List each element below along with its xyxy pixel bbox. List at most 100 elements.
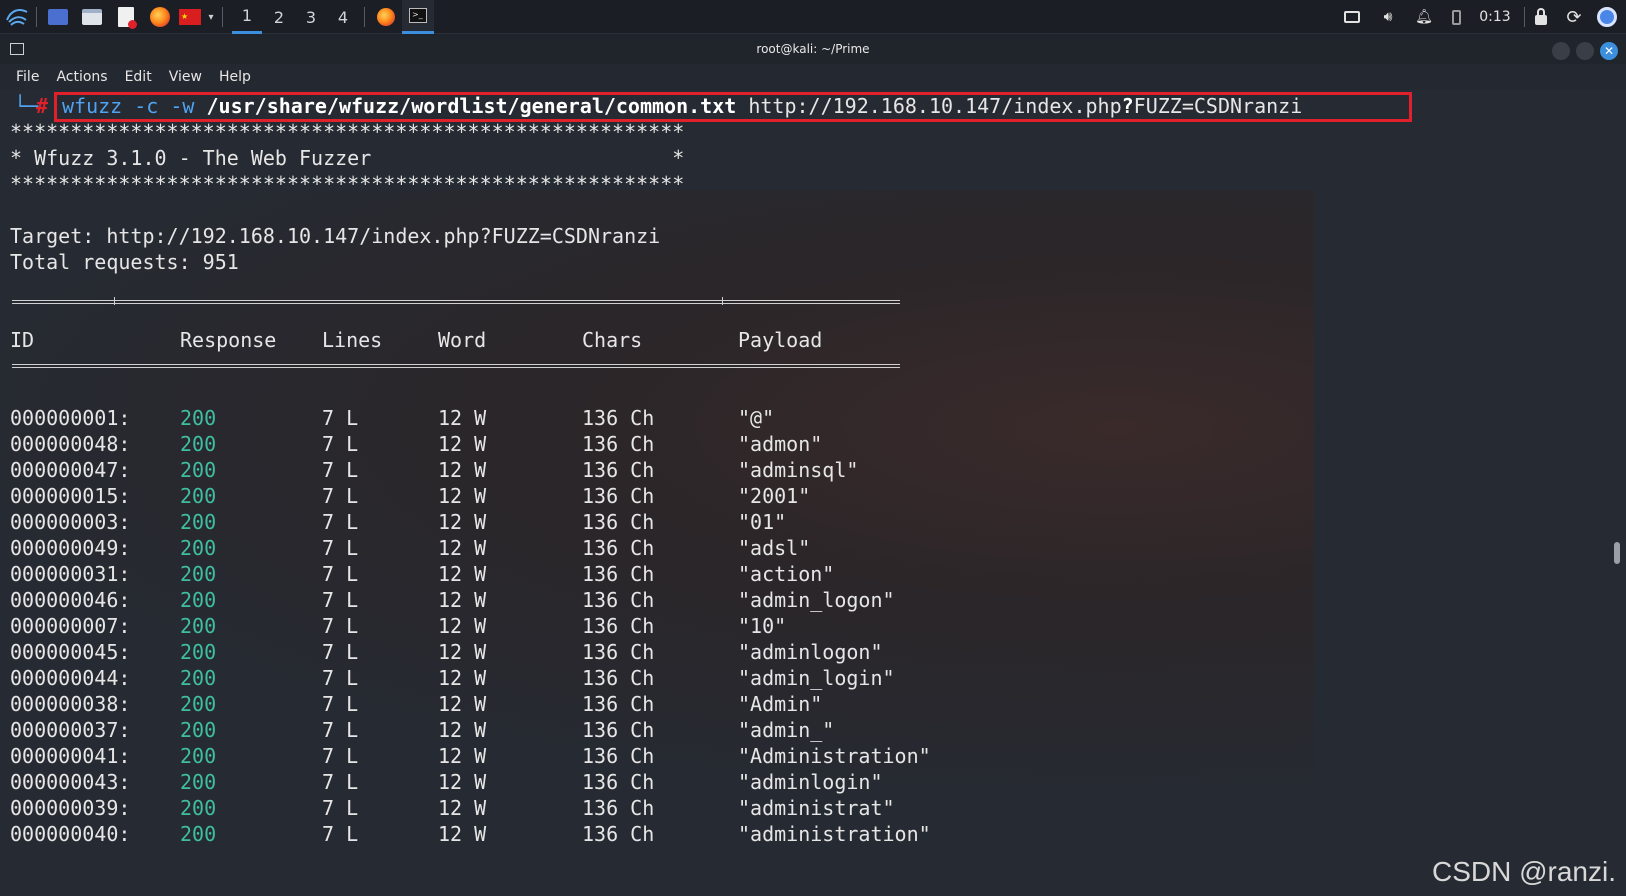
scrollbar-thumb[interactable] [1614,542,1620,564]
cell-payload: "administrat" [738,796,895,820]
cell-response: 200 [180,432,217,456]
maximize-button[interactable] [1576,42,1594,60]
show-desktop-icon[interactable] [46,5,70,29]
cell-id: 000000043: [10,770,131,794]
workspace-2[interactable]: 2 [264,0,294,34]
menu-bar: File Actions Edit View Help [0,64,1626,90]
cell-chars: 136 Ch [582,458,655,482]
cell-word: 12 W [438,510,487,534]
cell-lines: 7 L [322,666,359,690]
menu-help[interactable]: Help [219,69,251,85]
cell-payload: "adminsql" [738,458,859,482]
cell-lines: 7 L [322,718,359,742]
cell-chars: 136 Ch [582,640,655,664]
header-response: Response [180,328,277,352]
cell-lines: 7 L [322,614,359,638]
cell-word: 12 W [438,406,487,430]
volume-icon[interactable]: 🔊︎ [1376,5,1400,29]
close-button[interactable]: ✕ [1600,42,1618,60]
workspace-4[interactable]: 4 [328,0,358,34]
cell-payload: "admin_" [738,718,835,742]
menu-edit[interactable]: Edit [125,69,152,85]
cell-word: 12 W [438,588,487,612]
cell-word: 12 W [438,744,487,768]
cell-word: 12 W [438,822,487,846]
cell-id: 000000038: [10,692,131,716]
cell-id: 000000003: [10,510,131,534]
cell-payload: "administration" [738,822,931,846]
watermark: CSDN @ranzi. [1431,856,1616,887]
terminal-task-icon[interactable]: >_ [402,0,434,34]
cell-id: 000000031: [10,562,131,586]
header-lines: Lines [322,328,383,352]
flag-icon[interactable]: ★ [178,5,202,29]
cell-word: 12 W [438,614,487,638]
cell-payload: "@" [738,406,775,430]
firefox-icon[interactable] [148,5,172,29]
banner-title: * Wfuzz 3.1.0 - The Web Fuzzer * [10,146,685,170]
workspace-3[interactable]: 3 [296,0,326,34]
cell-response: 200 [180,536,217,560]
rule-tick [722,297,723,305]
cell-response: 200 [180,510,217,534]
cell-response: 200 [180,614,217,638]
firefox-task-icon[interactable] [374,5,398,29]
cell-payload: "adminlogin" [738,770,883,794]
prompt-symbol: # [36,94,49,118]
logout-icon[interactable]: ⟳ [1562,5,1586,29]
target-line: Target: http://192.168.10.147/index.php?… [10,224,661,248]
text-editor-icon[interactable] [114,5,138,29]
terminal-window: root@kali: ~/Prime ✕ File Actions Edit V… [0,36,1626,896]
cell-lines: 7 L [322,406,359,430]
cell-lines: 7 L [322,432,359,456]
battery-icon[interactable] [1446,5,1466,29]
workspace-1[interactable]: 1 [232,0,262,34]
menu-file[interactable]: File [16,69,39,85]
cell-chars: 136 Ch [582,510,655,534]
lock-icon[interactable] [1530,5,1552,29]
cell-chars: 136 Ch [582,796,655,820]
command-wordlist: /usr/share/wfuzz/wordlist/general/common… [206,94,737,118]
bell-icon[interactable]: 🔔︎ [1412,5,1436,29]
cell-payload: "admin_logon" [738,588,895,612]
kali-menu-icon[interactable] [4,5,30,29]
chevron-down-icon[interactable]: ▾ [204,5,218,29]
cell-response: 200 [180,822,217,846]
workspace-label: 2 [273,7,285,27]
cell-id: 000000007: [10,614,131,638]
banner-top: ****************************************… [10,120,685,144]
monitor-icon[interactable] [1340,5,1364,29]
panel-separator [222,7,223,27]
cell-lines: 7 L [322,744,359,768]
terminal-output[interactable]: └─ # wfuzz -c -w /usr/share/wfuzz/wordli… [0,90,1626,896]
cell-payload: "Admin" [738,692,823,716]
title-bar[interactable]: root@kali: ~/Prime ✕ [0,36,1626,64]
cell-lines: 7 L [322,692,359,716]
minimize-button[interactable] [1552,42,1570,60]
total-requests: Total requests: 951 [10,250,239,274]
prompt-corner: └─ [14,94,39,118]
file-manager-icon[interactable] [80,5,104,29]
menu-actions[interactable]: Actions [56,69,107,85]
table-header-rule [12,364,900,368]
cell-payload: "10" [738,614,787,638]
chrome-icon[interactable] [1594,5,1620,29]
table-top-rule [12,300,900,304]
cell-id: 000000046: [10,588,131,612]
cell-chars: 136 Ch [582,484,655,508]
cell-word: 12 W [438,432,487,456]
cell-payload: "adminlogon" [738,640,883,664]
cell-response: 200 [180,744,217,768]
cell-word: 12 W [438,718,487,742]
cell-payload: "2001" [738,484,811,508]
cell-response: 200 [180,588,217,612]
cell-response: 200 [180,770,217,794]
cell-payload: "action" [738,562,835,586]
cell-lines: 7 L [322,562,359,586]
cell-lines: 7 L [322,770,359,794]
menu-view[interactable]: View [169,69,202,85]
cell-lines: 7 L [322,484,359,508]
rule-tick [114,297,115,305]
clock[interactable]: 0:13 [1472,5,1518,29]
cell-response: 200 [180,458,217,482]
